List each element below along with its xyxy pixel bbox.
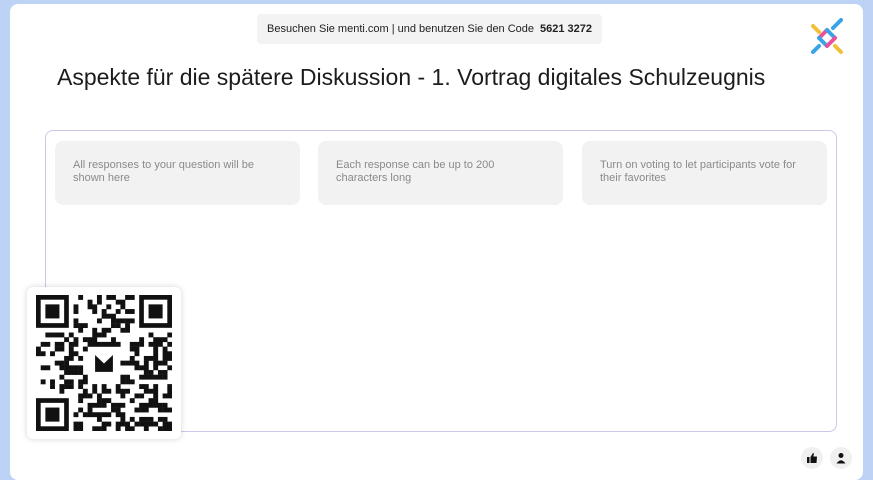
placeholder-card: Each response can be up to 200 character… bbox=[318, 141, 563, 205]
join-instructions-text: Besuchen Sie menti.com | und benutzen Si… bbox=[267, 23, 535, 35]
slide-canvas: Besuchen Sie menti.com | und benutzen Si… bbox=[10, 4, 863, 480]
mentimeter-logo-icon bbox=[807, 16, 847, 56]
placeholder-card: All responses to your question will be s… bbox=[55, 141, 300, 205]
join-instructions-pill: Besuchen Sie menti.com | und benutzen Si… bbox=[257, 14, 603, 44]
qr-code-icon[interactable] bbox=[27, 287, 181, 439]
qr-code-graphic bbox=[36, 295, 172, 431]
join-code: 5621 3272 bbox=[540, 23, 593, 35]
thumbs-up-icon[interactable] bbox=[801, 447, 823, 469]
person-glyph bbox=[836, 453, 846, 464]
placeholder-card: Turn on voting to let participants vote … bbox=[582, 141, 827, 205]
thumbs-up-glyph bbox=[807, 453, 817, 463]
page-title: Aspekte für die spätere Diskussion - 1. … bbox=[57, 64, 766, 90]
person-icon[interactable] bbox=[830, 447, 852, 469]
mentimeter-logo-graphic bbox=[811, 18, 843, 54]
